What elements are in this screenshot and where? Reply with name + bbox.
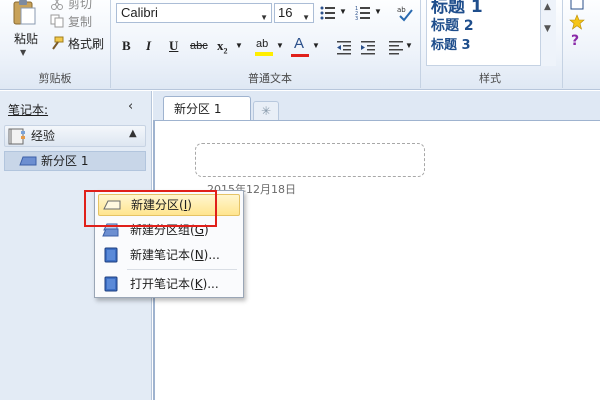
basic-text-group-label: 普通文本 bbox=[248, 72, 292, 85]
chevron-up-icon[interactable]: ▲ bbox=[129, 128, 137, 139]
copy-label: 复制 bbox=[68, 15, 93, 29]
open-notebook-icon bbox=[104, 276, 118, 292]
font-size-dropdown[interactable]: 16 ▼ bbox=[274, 3, 314, 23]
question-icon[interactable]: ? bbox=[571, 33, 579, 49]
group-divider bbox=[420, 0, 421, 88]
menu-item-open-notebook[interactable]: 打开笔记本(K)... bbox=[98, 273, 240, 295]
annotation-highlight-box bbox=[84, 190, 217, 227]
chevron-down-icon[interactable]: ▼ bbox=[312, 36, 320, 56]
chevron-down-icon: ▼ bbox=[260, 13, 268, 22]
font-size-value: 16 bbox=[278, 5, 293, 20]
group-divider bbox=[110, 0, 111, 88]
chevron-down-icon[interactable]: ▼ bbox=[374, 2, 382, 22]
styles-scrollbar[interactable]: ▲ ▼ bbox=[540, 0, 556, 66]
paste-label: 粘贴 bbox=[14, 32, 39, 46]
highlight-color-bar bbox=[255, 52, 273, 56]
align-icon[interactable] bbox=[388, 39, 404, 55]
bullet-list-icon[interactable] bbox=[320, 5, 336, 21]
notebook-name: 经验 bbox=[31, 129, 56, 143]
style-heading-2[interactable]: 标题 2 bbox=[431, 15, 474, 35]
menu-label: 新建笔记本(N)... bbox=[130, 248, 220, 262]
tab-label: 新分区 1 bbox=[174, 102, 222, 116]
new-section-tab[interactable]: ✳ bbox=[253, 101, 279, 121]
cut-label: 剪切 bbox=[68, 0, 93, 11]
paintbrush-icon bbox=[52, 36, 64, 50]
new-tab-icon: ✳ bbox=[260, 104, 272, 118]
section-tab-icon bbox=[19, 156, 37, 166]
copy-icon bbox=[50, 14, 64, 28]
page-title-input[interactable] bbox=[195, 143, 425, 177]
styles-gallery[interactable]: 标题 1 标题 2 标题 3 bbox=[426, 0, 556, 66]
tab-section-1[interactable]: 新分区 1 bbox=[163, 96, 251, 122]
italic-button[interactable]: I bbox=[146, 36, 151, 56]
underline-button[interactable]: U bbox=[169, 36, 178, 56]
notebook-icon bbox=[104, 247, 118, 263]
section-tab-strip: 新分区 1 ✳ bbox=[153, 91, 600, 122]
ribbon: 粘贴 ▼ 剪切 复制 格式刷 剪贴板 Calibri ▼ 16 ▼ ▼ 1 2 … bbox=[0, 0, 600, 90]
font-color-button[interactable]: A bbox=[294, 34, 304, 54]
font-name-dropdown[interactable]: Calibri ▼ bbox=[116, 3, 272, 23]
svg-text:ab: ab bbox=[397, 6, 406, 14]
todo-checkbox-icon[interactable] bbox=[570, 0, 584, 10]
chevron-up-icon[interactable]: ▲ bbox=[544, 2, 551, 12]
bold-button[interactable]: B bbox=[122, 36, 131, 56]
notebook-item[interactable]: 经验 ▲ bbox=[4, 125, 146, 147]
decrease-indent-icon[interactable] bbox=[336, 39, 352, 55]
chevron-down-icon[interactable]: ▼ bbox=[339, 2, 347, 22]
menu-item-new-notebook[interactable]: 新建笔记本(N)... bbox=[98, 244, 240, 266]
notebooks-title: 笔记本: bbox=[8, 103, 49, 117]
spell-check-icon[interactable]: ab bbox=[396, 4, 414, 22]
menu-label: 打开笔记本(K)... bbox=[130, 277, 219, 291]
svg-text:3: 3 bbox=[355, 16, 358, 21]
group-divider bbox=[562, 0, 563, 88]
strikethrough-button[interactable]: abc bbox=[190, 36, 208, 56]
chevron-down-icon[interactable]: ▼ bbox=[405, 36, 413, 56]
scissors-icon bbox=[51, 0, 63, 10]
format-painter-button[interactable]: 格式刷 bbox=[50, 35, 104, 53]
section-item[interactable]: 新分区 1 bbox=[4, 151, 146, 171]
tags-group: ? bbox=[566, 0, 600, 88]
chevron-down-icon[interactable]: ▼ bbox=[276, 36, 284, 56]
subscript-button[interactable]: x2 bbox=[217, 36, 228, 56]
section-name: 新分区 1 bbox=[41, 154, 89, 168]
clipboard-icon bbox=[13, 0, 36, 25]
styles-group-label: 样式 bbox=[479, 72, 501, 85]
copy-button[interactable]: 复制 bbox=[50, 13, 92, 31]
font-name-value: Calibri bbox=[121, 5, 158, 20]
style-heading-3[interactable]: 标题 3 bbox=[431, 34, 471, 53]
highlight-button[interactable]: ab bbox=[256, 34, 268, 54]
collapse-pane-button[interactable]: ‹ bbox=[128, 99, 133, 114]
numbered-list-icon[interactable]: 1 2 3 bbox=[355, 5, 371, 21]
star-icon[interactable] bbox=[569, 14, 585, 30]
paste-button[interactable]: 粘贴 ▼ bbox=[4, 0, 44, 68]
chevron-down-icon: ▼ bbox=[20, 48, 27, 57]
font-color-bar bbox=[291, 54, 309, 57]
chevron-down-icon[interactable]: ▼ bbox=[544, 24, 551, 34]
format-painter-label: 格式刷 bbox=[68, 37, 105, 51]
increase-indent-icon[interactable] bbox=[360, 39, 376, 55]
chevron-down-icon[interactable]: ▼ bbox=[235, 36, 243, 56]
clipboard-group-label: 剪贴板 bbox=[38, 72, 72, 85]
chevron-down-icon: ▼ bbox=[302, 13, 310, 22]
notebook-icon bbox=[8, 128, 25, 145]
cut-button[interactable]: 剪切 bbox=[50, 0, 92, 13]
menu-separator bbox=[127, 269, 237, 270]
highlight-glyph: ab bbox=[256, 38, 269, 50]
